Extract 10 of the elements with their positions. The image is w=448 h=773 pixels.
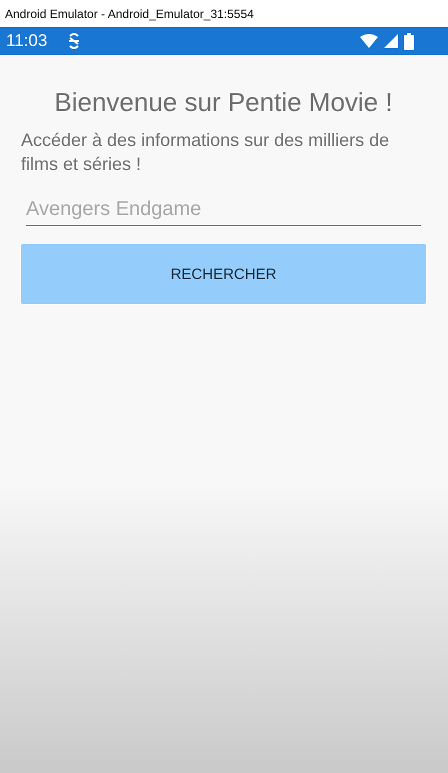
wifi-icon <box>360 34 378 48</box>
battery-icon <box>404 32 414 50</box>
clock: 11:03 <box>6 31 48 51</box>
search-button[interactable]: RECHERCHER <box>21 244 426 304</box>
window-title: Android Emulator - Android_Emulator_31:5554 <box>5 6 254 20</box>
signal-icon <box>384 34 398 48</box>
subtitle: Accéder à des informations sur des milliers de films et séries ! <box>21 129 390 176</box>
notification-icon <box>67 32 82 50</box>
search-field[interactable]: Avengers Endgame <box>26 194 421 226</box>
welcome-heading: Bienvenue sur Pentie Movie ! <box>53 87 394 118</box>
